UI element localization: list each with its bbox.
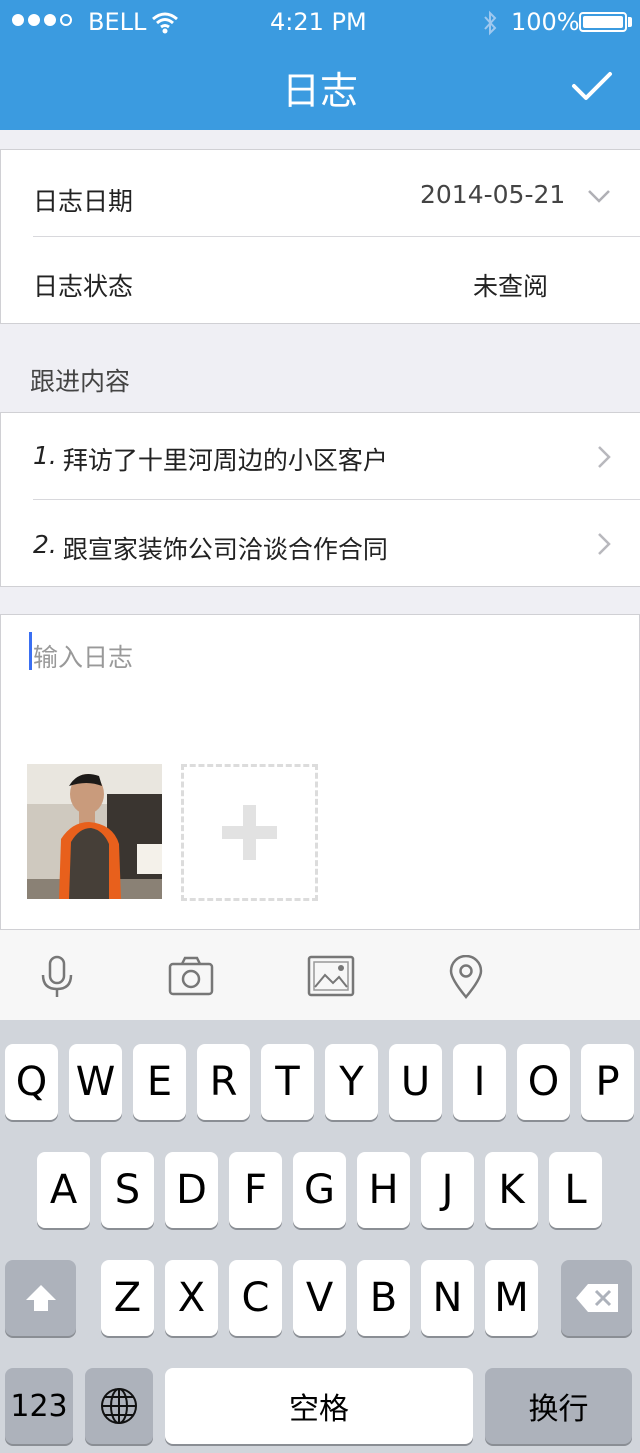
followup-item[interactable]: 1. 拜访了十里河周边的小区客户 bbox=[33, 441, 593, 477]
date-value[interactable]: 2014-05-21 bbox=[420, 180, 565, 209]
battery-icon bbox=[579, 12, 627, 32]
attached-photo[interactable] bbox=[27, 764, 162, 899]
chevron-right-icon[interactable] bbox=[596, 445, 612, 469]
key-w[interactable]: W bbox=[69, 1044, 122, 1120]
key-h[interactable]: H bbox=[357, 1152, 410, 1228]
space-key[interactable]: 空格 bbox=[165, 1368, 473, 1444]
image-icon[interactable] bbox=[307, 955, 355, 997]
location-icon[interactable] bbox=[448, 955, 484, 999]
log-input-placeholder[interactable]: 输入日志 bbox=[33, 638, 133, 674]
followup-item-text: 跟宣家装饰公司洽谈合作合同 bbox=[62, 535, 388, 564]
battery-tip bbox=[628, 17, 632, 27]
numbers-key[interactable]: 123 bbox=[5, 1368, 73, 1444]
shift-key[interactable] bbox=[5, 1260, 76, 1336]
key-b[interactable]: B bbox=[357, 1260, 410, 1336]
confirm-check-icon[interactable] bbox=[570, 68, 614, 104]
key-f[interactable]: F bbox=[229, 1152, 282, 1228]
globe-icon bbox=[101, 1388, 137, 1424]
chevron-right-icon[interactable] bbox=[596, 532, 612, 556]
key-g[interactable]: G bbox=[293, 1152, 346, 1228]
microphone-icon[interactable] bbox=[38, 955, 76, 999]
key-l[interactable]: L bbox=[549, 1152, 602, 1228]
status-value: 未查阅 bbox=[473, 272, 549, 301]
key-q[interactable]: Q bbox=[5, 1044, 58, 1120]
divider bbox=[33, 499, 640, 500]
status-label: 日志状态 bbox=[33, 272, 134, 301]
followup-item[interactable]: 2. 跟宣家装饰公司洽谈合作合同 bbox=[33, 530, 593, 566]
key-j[interactable]: J bbox=[421, 1152, 474, 1228]
return-key[interactable]: 换行 bbox=[485, 1368, 632, 1444]
key-u[interactable]: U bbox=[389, 1044, 442, 1120]
key-o[interactable]: O bbox=[517, 1044, 570, 1120]
key-a[interactable]: A bbox=[37, 1152, 90, 1228]
chevron-down-icon[interactable] bbox=[587, 188, 611, 204]
followup-item-text: 拜访了十里河周边的小区客户 bbox=[62, 446, 388, 475]
key-z[interactable]: Z bbox=[101, 1260, 154, 1336]
key-r[interactable]: R bbox=[197, 1044, 250, 1120]
key-e[interactable]: E bbox=[133, 1044, 186, 1120]
plus-icon bbox=[222, 805, 277, 860]
bluetooth-icon bbox=[484, 10, 497, 36]
key-c[interactable]: C bbox=[229, 1260, 282, 1336]
signal-strength-icon bbox=[12, 14, 72, 26]
key-x[interactable]: X bbox=[165, 1260, 218, 1336]
page-title: 日志 bbox=[281, 69, 358, 113]
add-photo-button[interactable] bbox=[181, 764, 318, 901]
key-n[interactable]: N bbox=[421, 1260, 474, 1336]
key-p[interactable]: P bbox=[581, 1044, 634, 1120]
backspace-key[interactable] bbox=[561, 1260, 632, 1336]
backspace-icon bbox=[575, 1284, 618, 1312]
key-y[interactable]: Y bbox=[325, 1044, 378, 1120]
key-d[interactable]: D bbox=[165, 1152, 218, 1228]
carrier-label: BELL bbox=[88, 8, 147, 36]
camera-icon[interactable] bbox=[168, 956, 214, 996]
followup-item-index: 1. bbox=[33, 441, 57, 470]
text-cursor bbox=[29, 632, 32, 670]
followup-item-index: 2. bbox=[33, 530, 57, 559]
date-label: 日志日期 bbox=[33, 187, 134, 216]
battery-percentage: 100% bbox=[511, 8, 580, 36]
followup-header: 跟进内容 bbox=[30, 367, 131, 396]
globe-key[interactable] bbox=[85, 1368, 153, 1444]
key-s[interactable]: S bbox=[101, 1152, 154, 1228]
key-i[interactable]: I bbox=[453, 1044, 506, 1120]
shift-icon bbox=[25, 1285, 56, 1311]
divider bbox=[33, 236, 640, 237]
key-t[interactable]: T bbox=[261, 1044, 314, 1120]
keyboard: Q W E R T Y U I O P A S D F G H J K L Z … bbox=[0, 1020, 640, 1453]
key-k[interactable]: K bbox=[485, 1152, 538, 1228]
key-v[interactable]: V bbox=[293, 1260, 346, 1336]
key-m[interactable]: M bbox=[485, 1260, 538, 1336]
status-time: 4:21 PM bbox=[270, 8, 367, 36]
wifi-icon bbox=[152, 12, 178, 34]
